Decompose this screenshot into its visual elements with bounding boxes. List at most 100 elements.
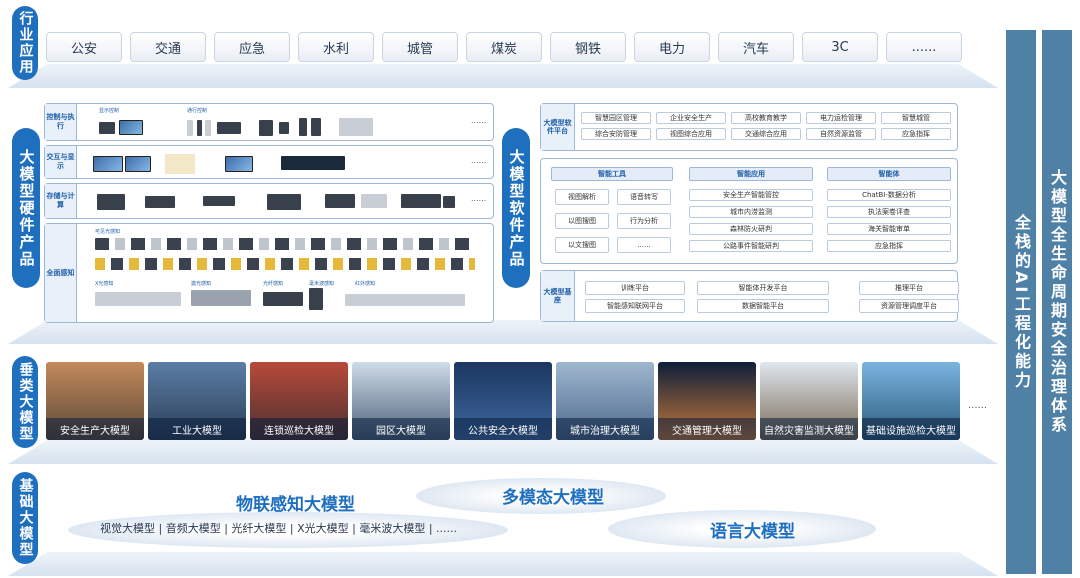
industry-item: 煤炭: [466, 32, 542, 62]
vertical-tile: 城市治理大模型: [556, 362, 654, 440]
agent-tag: 海关智能审单: [827, 223, 951, 235]
vertical-tile: 公共安全大模型: [454, 362, 552, 440]
vertical-tile: 交通管理大模型: [658, 362, 756, 440]
vertical-tile: 基础设施巡检大模型: [862, 362, 960, 440]
hw-sublabel: 通行控制: [187, 108, 208, 114]
server-icon: [401, 194, 441, 208]
camera-strip: [95, 238, 475, 250]
server-icon: [361, 194, 387, 208]
device-icon: [205, 120, 211, 136]
industry-item: 城管: [382, 32, 458, 62]
tools-head: 智能工具: [551, 167, 673, 181]
hw-ellipsis: ......: [471, 156, 487, 165]
vertical-label: 垂类大模型: [12, 356, 38, 448]
hw-sublabel: 光纤感知: [263, 281, 284, 287]
display-icon: [281, 156, 345, 170]
sw-base-box: 大模型基座 训练平台 智能体开发平台 推理平台 智能感知联网平台 数据智能平台 资源管理调…: [540, 270, 959, 322]
base-tag: 数据智能平台: [697, 299, 829, 313]
industry-item: 水利: [298, 32, 374, 62]
hw-sublabel: X光感知: [95, 281, 114, 287]
display-icon: [125, 156, 151, 172]
agents-head: 智能体: [827, 167, 951, 181]
base-tag: 训练平台: [585, 281, 685, 295]
gate-icon: [339, 118, 373, 136]
server-icon: [267, 194, 301, 210]
vertical-tile-label: 园区大模型: [352, 418, 450, 440]
hw-sublabel: 可见光感知: [95, 229, 121, 235]
platform-tag: 企业安全生产: [656, 112, 726, 124]
sw-platform-box: 大模型软件平台 智慧园区管理 企业安全生产 高校教育教学 电力运检管理 智慧城管 综合安防…: [540, 103, 958, 151]
device-icon: [259, 120, 273, 136]
platform-tag: 交通综合应用: [731, 128, 801, 140]
hw-sublabel: 激光感知: [191, 281, 212, 287]
infrared-device: [345, 294, 465, 306]
base-label: 基础大模型: [12, 472, 38, 564]
device-icon: [197, 120, 202, 136]
tool-tag: 行为分析: [617, 213, 671, 229]
iot-model-title: 物联感知大模型: [236, 495, 355, 515]
device-icon: [217, 122, 241, 134]
hw-row-label: 存储与计算: [45, 184, 77, 218]
sw-platform-label: 大模型软件平台: [541, 104, 575, 150]
hardware-label: 大模型硬件产品: [12, 128, 40, 288]
security-governance-bar: 大模型全生命周期安全治理体系: [1042, 30, 1072, 574]
hw-sublabel: 显示控制: [99, 108, 120, 114]
hw-sublabel: 红外感知: [355, 281, 376, 287]
industry-item: 交通: [130, 32, 206, 62]
hw-row-control: 控制与执行 显示控制 通行控制 ......: [44, 103, 494, 141]
industry-item: 公安: [46, 32, 122, 62]
hw-row-sensing: 全面感知 可见光感知 X光感知 激光感知 光纤感知 毫米波感知 红外感知: [44, 223, 494, 323]
hw-row-display: 交互与显示 ......: [44, 145, 494, 179]
industry-item: ......: [886, 32, 962, 62]
laser-device: [191, 290, 251, 306]
hw-row-label: 控制与执行: [45, 104, 77, 140]
platform-tag: 综合安防管理: [581, 128, 651, 140]
software-label: 大模型软件产品: [502, 128, 530, 288]
fiber-device: [263, 292, 303, 306]
sw-middle-box: 智能工具 智能应用 智能体 视图解析 语音转写 以图搜图 行为分析 以文搜图......…: [540, 158, 958, 264]
vertical-platform: [8, 440, 998, 464]
vertical-ellipsis: ......: [968, 400, 988, 411]
base-tag: 资源管理调度平台: [859, 299, 959, 313]
vertical-tile: 自然灾害监测大模型: [760, 362, 858, 440]
multimodal-model-title: 多模态大模型: [502, 488, 604, 508]
industry-item: 应急: [214, 32, 290, 62]
vertical-tile-label: 连锁巡检大模型: [250, 418, 348, 440]
hw-row-label: 交互与显示: [45, 146, 77, 178]
hw-row-label: 全面感知: [45, 224, 77, 322]
device-icon: [119, 120, 143, 135]
app-tag: 安全生产智能管控: [689, 189, 813, 201]
tool-tag: 视图解析: [555, 189, 609, 205]
industry-item: 汽车: [718, 32, 794, 62]
base-tag: 智能体开发平台: [697, 281, 829, 295]
tool-tag: 以文搜图: [555, 237, 609, 253]
platform-tag: 智慧城管: [881, 112, 951, 124]
industry-platform: [8, 64, 998, 88]
vertical-tile-label: 城市治理大模型: [556, 418, 654, 440]
app-tag: 森林防火研判: [689, 223, 813, 235]
hardware-panel: 控制与执行 显示控制 通行控制 ...... 交互与显示 ...... 存储与计…: [44, 100, 494, 324]
vertical-tile: 连锁巡检大模型: [250, 362, 348, 440]
hw-sublabel: 毫米波感知: [309, 281, 335, 287]
hw-ellipsis: ......: [471, 194, 487, 203]
platform-tag: 视图综合应用: [656, 128, 726, 140]
device-icon: [187, 120, 193, 136]
tool-tag: ......: [617, 237, 671, 253]
server-icon: [325, 194, 355, 208]
vertical-tile-label: 自然灾害监测大模型: [760, 418, 858, 440]
industry-item: 钢铁: [550, 32, 626, 62]
vertical-tile: 安全生产大模型: [46, 362, 144, 440]
agent-tag: 执法案卷评查: [827, 206, 951, 218]
camera-strip: [95, 258, 475, 270]
xray-device: [95, 292, 181, 306]
device-icon: [279, 122, 289, 134]
industry-item: 电力: [634, 32, 710, 62]
agent-tag: ChatBI-数据分析: [827, 189, 951, 201]
industry-item: 3C: [802, 32, 878, 62]
apps-head: 智能应用: [689, 167, 813, 181]
server-icon: [203, 196, 235, 206]
iot-model-subtitle: 视觉大模型 | 音频大模型 | 光纤大模型 | X光大模型 | 毫米波大模型 |…: [100, 522, 458, 535]
industry-label: 行业应用: [12, 6, 38, 80]
tool-tag: 以图搜图: [555, 213, 609, 229]
language-model-title: 语言大模型: [710, 522, 795, 542]
